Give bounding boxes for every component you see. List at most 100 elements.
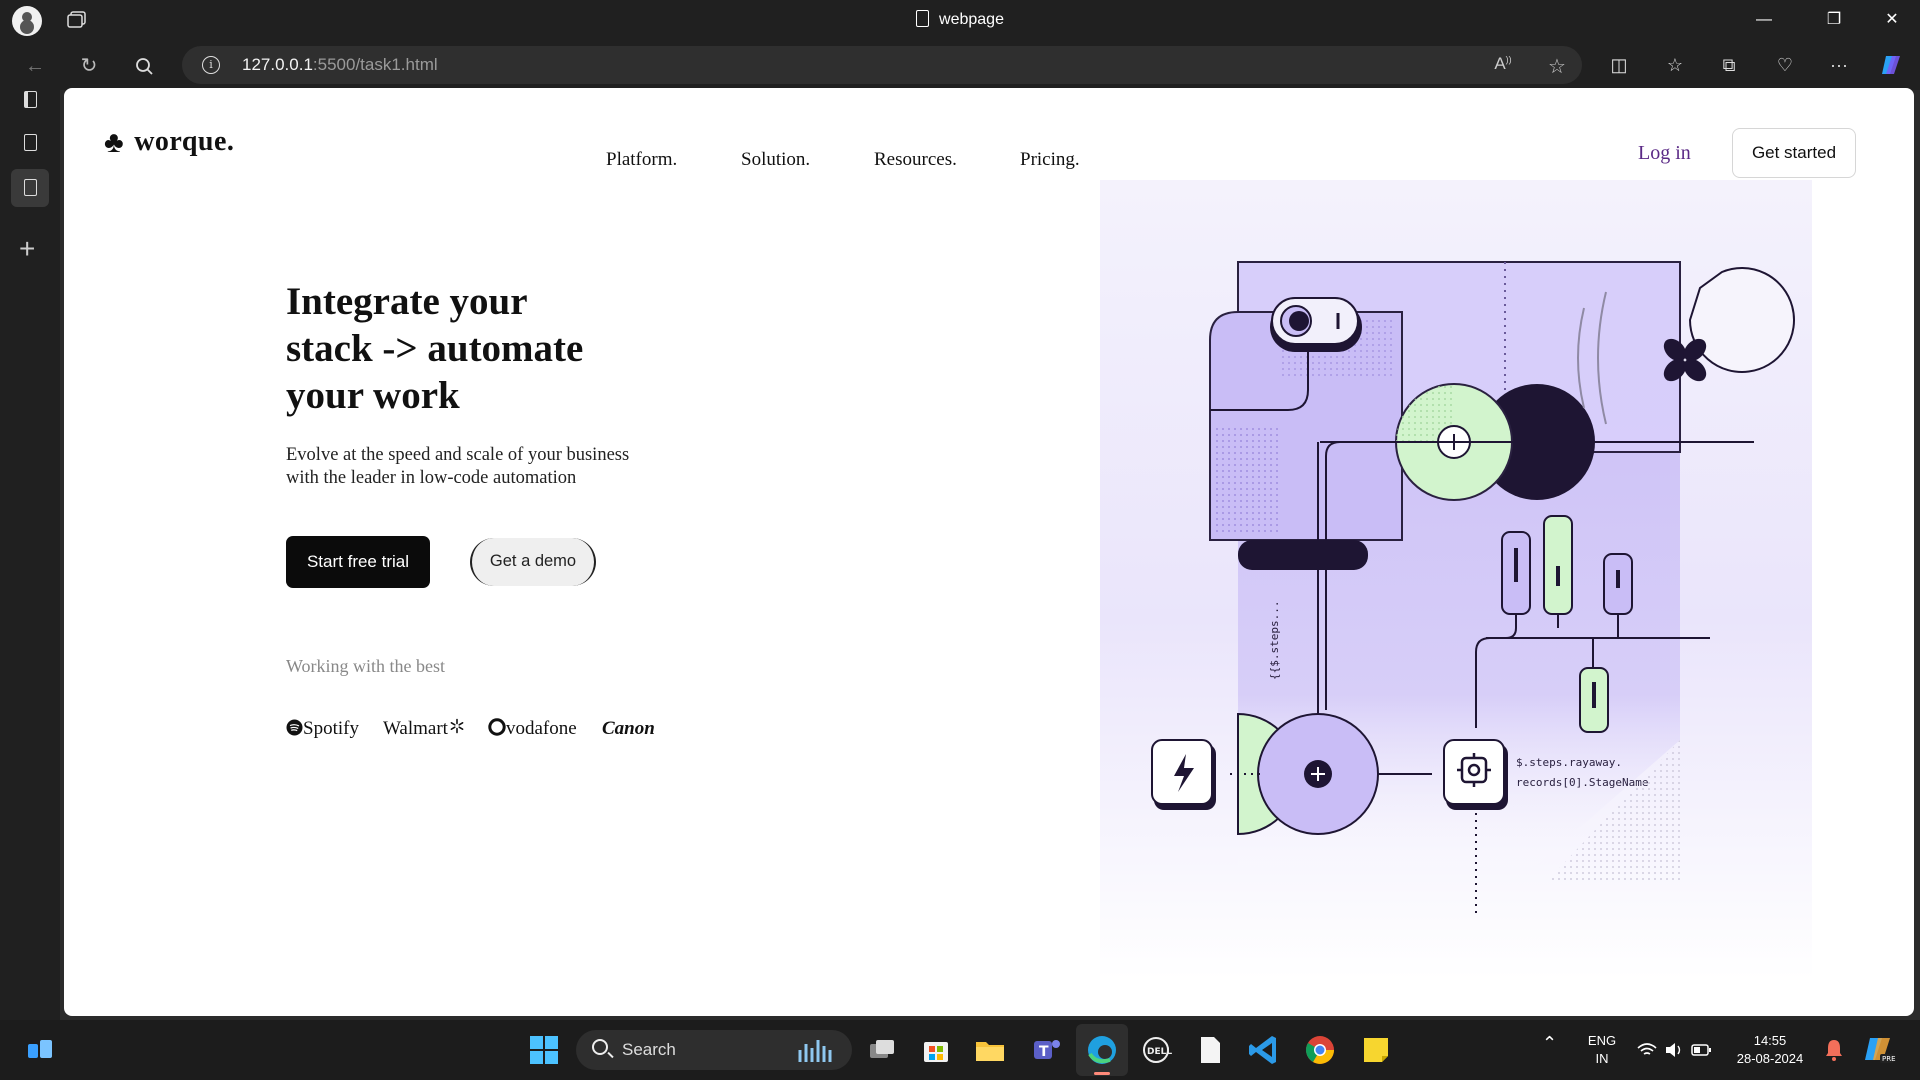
clock-time: 14:55 — [1753, 1033, 1787, 1048]
spotify-logo-icon — [286, 719, 303, 736]
sticky-notes-icon[interactable] — [1358, 1032, 1394, 1068]
widgets-icon[interactable] — [22, 1032, 58, 1068]
page-document-icon — [916, 10, 930, 27]
search-icon[interactable] — [128, 50, 162, 84]
search-icon — [592, 1039, 608, 1055]
vscode-icon[interactable] — [1246, 1032, 1282, 1068]
vertical-tab-active[interactable] — [11, 169, 49, 207]
page-icon — [24, 179, 37, 196]
sidebar-panel-toggle[interactable] — [11, 81, 49, 119]
hero-subtitle-line: with the leader in low-code automation — [286, 468, 577, 488]
copilot-taskbar-icon[interactable]: PRE — [1862, 1034, 1896, 1066]
dell-icon[interactable]: DELL — [1138, 1032, 1174, 1068]
teams-icon[interactable]: T — [1028, 1032, 1064, 1068]
code-line-1: $.steps.rayaway. — [1516, 756, 1622, 769]
svg-text:PRE: PRE — [1882, 1055, 1896, 1063]
code-vertical-text: {{$.steps... — [1268, 601, 1281, 680]
code-line-2: records[0].StageName — [1516, 776, 1648, 789]
browser-title-bar: webpage — ❐ ✕ — [0, 0, 1920, 40]
slider-pill — [1543, 515, 1573, 615]
language-region: IN — [1595, 1051, 1609, 1066]
tab-title[interactable]: webpage — [0, 10, 1920, 29]
browser-toolbar: ← ↻ i 127.0.0.1:5500/task1.html A)) ☆ ◫ … — [0, 40, 1920, 90]
nav-link-pricing[interactable]: Pricing. — [1020, 149, 1080, 171]
wifi-icon — [1637, 1043, 1657, 1055]
url-host: 127.0.0.1 — [242, 55, 313, 74]
language-code: ENG — [1587, 1033, 1617, 1048]
svg-text:T: T — [1039, 1044, 1049, 1060]
windows-start-icon[interactable] — [526, 1032, 562, 1068]
logo-text: worque. — [134, 126, 235, 157]
partners-heading: Working with the best — [286, 656, 446, 676]
restore-button[interactable]: ❐ — [1806, 4, 1862, 36]
url-text[interactable]: 127.0.0.1:5500/task1.html — [242, 55, 438, 75]
nav-link-platform[interactable]: Platform. — [606, 149, 677, 171]
language-indicator[interactable]: ENG IN — [1582, 1032, 1622, 1068]
refresh-icon[interactable]: ↻ — [72, 49, 106, 83]
partner-name: Spotify — [303, 718, 359, 739]
partner-vodafone: vodafone — [488, 718, 577, 740]
file-explorer-icon[interactable] — [972, 1032, 1008, 1068]
edge-browser-icon — [1088, 1036, 1116, 1064]
address-bar[interactable]: i 127.0.0.1:5500/task1.html A)) ☆ — [182, 46, 1582, 84]
microsoft-store-icon[interactable] — [918, 1032, 954, 1068]
clock-date: 28-08-2024 — [1736, 1051, 1804, 1066]
partner-spotify: Spotify — [286, 718, 359, 740]
hero-subtitle-line: Evolve at the speed and scale of your bu… — [286, 445, 630, 465]
nav-link-solution[interactable]: Solution. — [741, 149, 810, 171]
vertical-tabs-sidebar: + — [0, 90, 60, 1020]
nav-link-resources[interactable]: Resources. — [874, 149, 957, 171]
partner-name: Walmart — [383, 718, 448, 739]
search-highlight-icon — [798, 1040, 832, 1062]
system-tray-icons[interactable] — [1636, 1040, 1716, 1060]
hero-title-line: Integrate your — [286, 280, 528, 323]
edge-active-tab[interactable] — [1076, 1024, 1128, 1076]
clock[interactable]: 14:55 28-08-2024 — [1730, 1032, 1810, 1068]
hero-title-line: your work — [286, 374, 460, 417]
get-started-button[interactable]: Get started — [1732, 128, 1856, 178]
vertical-tab-1[interactable] — [11, 124, 49, 162]
split-screen-icon[interactable]: ◫ — [1604, 50, 1634, 80]
start-free-trial-button[interactable]: Start free trial — [286, 536, 430, 588]
site-logo[interactable]: ♣ worque. — [104, 126, 234, 160]
read-aloud-icon[interactable]: A)) — [1490, 54, 1516, 76]
partner-walmart: Walmart — [383, 718, 465, 740]
action-block — [1443, 739, 1505, 805]
back-arrow-icon[interactable]: ← — [18, 49, 52, 83]
volume-icon — [1666, 1043, 1675, 1057]
favorites-icon[interactable]: ☆ — [1660, 50, 1690, 80]
get-a-demo-button[interactable]: Get a demo — [470, 538, 596, 586]
taskbar-search-box[interactable]: Search — [576, 1030, 852, 1070]
login-link[interactable]: Log in — [1638, 142, 1691, 165]
partner-canon: Canon — [602, 718, 655, 739]
new-tab-plus-icon[interactable]: + — [19, 235, 35, 263]
page-viewport: ♣ worque. Platform. Solution. Resources. … — [64, 88, 1914, 1016]
notification-bell-icon[interactable] — [1824, 1038, 1844, 1062]
hero-title-line: stack -> automate — [286, 327, 584, 370]
tab-title-label: webpage — [939, 11, 1004, 28]
chrome-icon[interactable] — [1302, 1032, 1338, 1068]
minimize-button[interactable]: — — [1736, 4, 1792, 36]
page-icon — [24, 134, 37, 151]
copilot-icon[interactable] — [1878, 50, 1908, 80]
site-info-icon[interactable]: i — [202, 56, 220, 74]
taskbar-search-label: Search — [622, 1040, 676, 1059]
hero-illustration: {{$.steps... $.steps.rayaway. records[0]… — [1100, 180, 1812, 980]
hero-title: Integrate your stack -> automate your wo… — [286, 278, 706, 419]
close-window-button[interactable]: ✕ — [1864, 4, 1920, 36]
flower-badge-shape — [1688, 267, 1795, 373]
favorite-star-icon[interactable]: ☆ — [1544, 54, 1570, 78]
collections-icon[interactable]: ⧉ — [1714, 50, 1744, 80]
svg-text:DELL: DELL — [1147, 1047, 1172, 1057]
notepad-file-icon[interactable] — [1192, 1032, 1228, 1068]
club-logo-icon: ♣ — [104, 126, 125, 159]
url-path: :5500/task1.html — [312, 55, 438, 74]
show-hidden-icons-chevron-icon[interactable]: ⌃ — [1542, 1034, 1557, 1052]
hero-subtitle: Evolve at the speed and scale of your bu… — [286, 444, 706, 490]
active-indicator — [1094, 1072, 1110, 1075]
panel-icon — [24, 91, 37, 108]
more-options-icon[interactable]: ··· — [1824, 50, 1854, 80]
partner-name: vodafone — [506, 718, 577, 739]
browser-essentials-icon[interactable]: ♡ — [1770, 50, 1800, 80]
task-view-icon[interactable] — [864, 1032, 900, 1068]
